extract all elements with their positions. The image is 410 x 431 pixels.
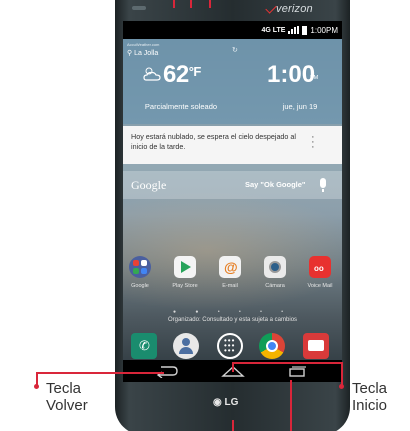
recent-apps-icon[interactable] xyxy=(283,364,311,378)
app-label: Google xyxy=(131,283,149,289)
mic-icon[interactable] xyxy=(320,178,326,192)
front-camera xyxy=(132,6,146,10)
google-now-card[interactable]: Hoy estará nublado, se espera el cielo d… xyxy=(123,126,342,164)
app-play-store[interactable]: Play Store xyxy=(170,256,200,289)
home-hint-text: Organizado: Consultado y esta sujeta a c… xyxy=(167,317,298,323)
voice-search-hint: Say "Ok Google" xyxy=(245,180,306,189)
partly-sunny-icon xyxy=(143,67,161,81)
app-label: Play Store xyxy=(172,283,198,289)
app-row: Google Play Store @ E-mail Cámara oo Voi… xyxy=(123,256,342,296)
callout-line-home xyxy=(341,362,343,386)
home-screen: 4G LTE 1:00PM AccuWeather.com ⚲ La Jolla… xyxy=(123,21,342,373)
callout-line-home xyxy=(232,362,234,372)
email-icon: @ xyxy=(219,256,241,278)
voicemail-icon: oo xyxy=(309,256,331,278)
weather-condition: Parcialmente soleado xyxy=(144,102,218,111)
camera-icon xyxy=(264,256,286,278)
weather-clock-widget[interactable]: AccuWeather.com ⚲ La Jolla ↻ 62°F Parcia… xyxy=(123,39,342,124)
network-indicator: 4G LTE xyxy=(261,26,286,34)
page-indicator[interactable]: ● ● • • • • xyxy=(123,309,342,315)
temperature: 62°F xyxy=(163,61,201,88)
callout-line-home xyxy=(232,362,342,364)
google-search-bar[interactable]: Google Say "Ok Google" xyxy=(123,171,342,199)
callout-line xyxy=(290,380,292,431)
callout-line xyxy=(232,420,234,431)
signal-icon xyxy=(288,26,300,34)
phone-icon[interactable]: ✆ xyxy=(131,333,157,359)
app-google[interactable]: Google xyxy=(125,256,155,289)
callout-line xyxy=(173,0,175,8)
app-label: Voice Mail xyxy=(307,283,333,289)
chrome-icon[interactable] xyxy=(259,333,285,359)
callout-dot xyxy=(339,384,344,389)
google-folder-icon xyxy=(129,256,151,278)
carrier-logo: verizon xyxy=(276,3,313,15)
play-store-icon xyxy=(174,256,196,278)
callout-dot xyxy=(34,384,39,389)
refresh-icon[interactable]: ↻ xyxy=(232,46,238,54)
app-voice-mail[interactable]: oo Voice Mail xyxy=(305,256,335,289)
messages-icon[interactable] xyxy=(303,333,329,359)
clock-date: jue, jun 19 xyxy=(282,102,318,111)
back-icon[interactable] xyxy=(153,364,181,378)
more-icon[interactable]: · · · xyxy=(311,132,315,153)
back-key-label: Tecla Volver xyxy=(46,380,88,414)
apps-grid-icon[interactable]: ••• ••• ••• xyxy=(217,333,243,359)
callout-line xyxy=(209,0,211,8)
app-label: Cámara xyxy=(265,283,285,289)
callout-line-back xyxy=(36,372,164,374)
clock-ampm: PM xyxy=(310,75,319,81)
weather-location: ⚲ La Jolla xyxy=(127,50,159,57)
status-time: 1:00PM xyxy=(310,25,338,35)
weather-source: AccuWeather.com xyxy=(127,42,160,47)
contacts-icon[interactable] xyxy=(173,333,199,359)
app-label: E-mail xyxy=(222,283,238,289)
callout-line xyxy=(190,0,192,8)
clock-time: 1:00 xyxy=(267,61,316,88)
now-card-text: Hoy estará nublado, se espera el cielo d… xyxy=(131,132,297,151)
home-key-label: Tecla Inicio xyxy=(352,380,388,414)
lg-logo: ◉ LG xyxy=(213,397,239,408)
status-bar: 4G LTE 1:00PM xyxy=(123,21,342,39)
app-email[interactable]: @ E-mail xyxy=(215,256,245,289)
google-logo: Google xyxy=(131,178,167,192)
app-camera[interactable]: Cámara xyxy=(260,256,290,289)
battery-icon xyxy=(302,25,308,35)
